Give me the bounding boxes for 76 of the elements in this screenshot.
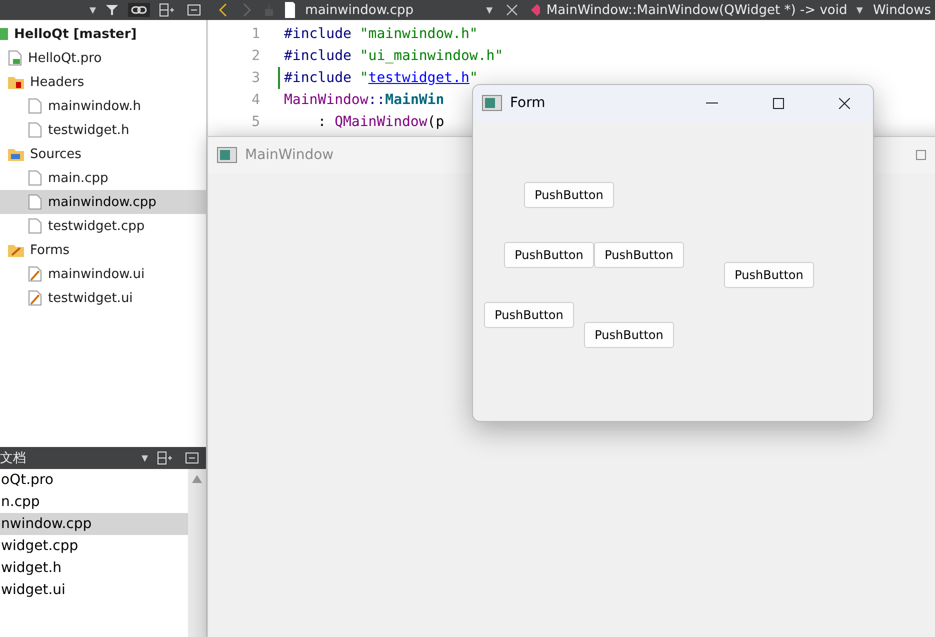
maximize-icon[interactable] — [916, 150, 926, 160]
file-name: mainwindow.cpp — [305, 2, 415, 18]
push-button[interactable]: PushButton — [724, 262, 814, 288]
file-icon — [28, 218, 42, 234]
panel-title: 文档 — [0, 450, 26, 467]
tree-item-label: Headers — [30, 74, 84, 90]
push-button[interactable]: PushButton — [504, 242, 594, 268]
code-line: #include "testwidget.h" — [284, 69, 478, 88]
tree-item[interactable]: mainwindow.cpp — [0, 190, 206, 214]
document-item[interactable]: oQt.pro — [0, 469, 188, 491]
folder-icon — [8, 243, 24, 257]
push-button[interactable]: PushButton — [594, 242, 684, 268]
push-button[interactable]: PushButton — [484, 302, 574, 328]
file-icon — [28, 98, 42, 114]
file-icon — [28, 170, 42, 186]
window-title: Form — [510, 95, 546, 111]
tree-item-label: mainwindow.cpp — [48, 194, 156, 210]
tree-item[interactable]: testwidget.cpp — [0, 214, 206, 238]
line-number: 2 — [250, 47, 261, 66]
file-icon — [28, 194, 42, 210]
document-item[interactable]: nwindow.cpp — [0, 513, 188, 535]
code-line: MainWindow::MainWin — [284, 91, 444, 110]
tree-item[interactable]: testwidget.ui — [0, 286, 206, 310]
tree-item[interactable]: mainwindow.h — [0, 94, 206, 118]
encoding-label: Windows — [872, 2, 931, 18]
tree-item[interactable]: HelloQt [master] — [0, 22, 206, 46]
tree-item-label: testwidget.ui — [48, 290, 133, 306]
file-icon — [28, 122, 42, 138]
document-item[interactable]: widget.h — [0, 557, 188, 579]
window-title: MainWindow — [245, 147, 334, 163]
file-icon — [284, 1, 296, 19]
window-icon — [482, 95, 502, 111]
code-line: #include "ui_mainwindow.h" — [284, 47, 504, 66]
tree-item[interactable]: main.cpp — [0, 166, 206, 190]
window-icon — [217, 147, 237, 163]
tree-item[interactable]: Sources — [0, 142, 206, 166]
tree-item[interactable]: mainwindow.ui — [0, 262, 206, 286]
diamond-icon — [530, 4, 540, 16]
symbol-name: MainWindow::MainWindow(QWidget *) -> void — [546, 2, 846, 18]
tree-item[interactable]: testwidget.h — [0, 118, 206, 142]
tree-item[interactable]: Headers — [0, 70, 206, 94]
push-button[interactable]: PushButton — [524, 182, 614, 208]
code-line: : QMainWindow(p — [316, 113, 444, 132]
tree-item-label: HelloQt [master] — [14, 26, 137, 42]
dropdown-caret[interactable]: ▾ — [486, 2, 493, 18]
line-number: 1 — [250, 25, 261, 44]
folder-icon — [8, 147, 24, 161]
push-button[interactable]: PushButton — [584, 322, 674, 348]
link-icon[interactable] — [128, 3, 150, 17]
dropdown-caret[interactable]: ▾ — [89, 2, 96, 18]
scroll-up-icon[interactable] — [192, 475, 202, 483]
tree-item-label: HelloQt.pro — [28, 50, 102, 66]
tree-item-label: main.cpp — [48, 170, 108, 186]
line-number: 5 — [250, 113, 261, 132]
dropdown-caret[interactable]: ▾ — [141, 450, 148, 466]
line-number: 4 — [250, 91, 261, 110]
tree-item[interactable]: Forms — [0, 238, 206, 262]
qt-file-icon — [8, 50, 22, 66]
form-file-icon — [28, 266, 42, 282]
document-item[interactable]: widget.ui — [0, 579, 188, 601]
code-line: #include "mainwindow.h" — [284, 25, 478, 44]
dropdown-caret[interactable]: ▾ — [856, 2, 863, 18]
document-item[interactable]: n.cpp — [0, 491, 188, 513]
tree-item-label: Sources — [30, 146, 82, 162]
tree-item-label: Forms — [30, 242, 70, 258]
project-icon — [0, 28, 8, 40]
line-number: 3 — [208, 67, 280, 89]
tree-item[interactable]: HelloQt.pro — [0, 46, 206, 70]
form-file-icon — [28, 290, 42, 306]
tree-item-label: mainwindow.h — [48, 98, 141, 114]
scrollbar[interactable] — [188, 469, 206, 637]
tree-item-label: mainwindow.ui — [48, 266, 145, 282]
document-item[interactable]: widget.cpp — [0, 535, 188, 557]
tree-item-label: testwidget.cpp — [48, 218, 145, 234]
tree-item-label: testwidget.h — [48, 122, 130, 138]
folder-icon — [8, 75, 24, 89]
